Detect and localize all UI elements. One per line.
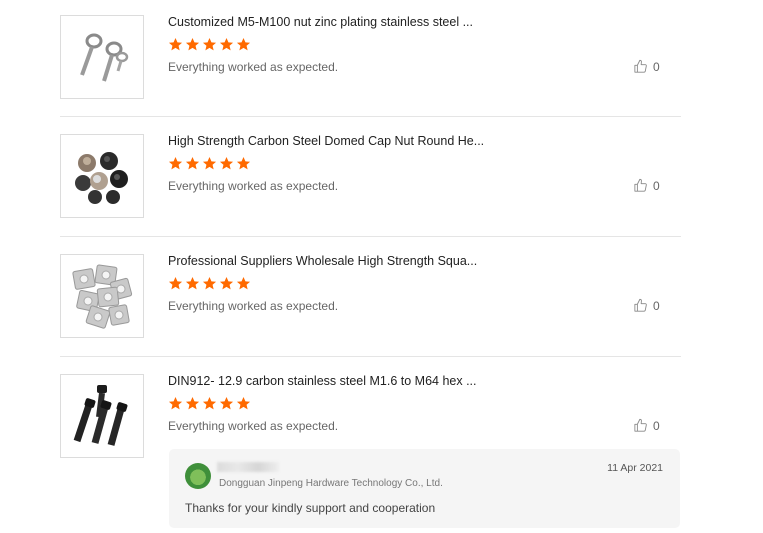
star-icon bbox=[236, 156, 251, 171]
review-item: Customized M5-M100 nut zinc plating stai… bbox=[60, 15, 681, 100]
star-icon bbox=[236, 396, 251, 411]
product-thumbnail[interactable] bbox=[60, 374, 144, 458]
star-icon bbox=[236, 37, 251, 52]
review-text: Everything worked as expected. bbox=[168, 419, 339, 433]
product-title[interactable]: Customized M5-M100 nut zinc plating stai… bbox=[168, 15, 473, 29]
star-icon bbox=[168, 276, 183, 291]
product-thumbnail[interactable] bbox=[60, 15, 144, 99]
review-item: DIN912- 12.9 carbon stainless steel M1.6… bbox=[60, 374, 681, 459]
review-text: Everything worked as expected. bbox=[168, 60, 339, 74]
seller-reply: Dongguan Jinpeng Hardware Technology Co.… bbox=[169, 449, 680, 528]
star-icon bbox=[202, 156, 217, 171]
star-rating bbox=[168, 156, 251, 171]
review-text: Everything worked as expected. bbox=[168, 179, 339, 193]
star-rating bbox=[168, 396, 251, 411]
star-icon bbox=[185, 37, 200, 52]
product-title[interactable]: High Strength Carbon Steel Domed Cap Nut… bbox=[168, 134, 484, 148]
reply-text: Thanks for your kindly support and coope… bbox=[185, 501, 436, 515]
star-rating bbox=[168, 37, 251, 52]
star-icon bbox=[236, 276, 251, 291]
review-item: High Strength Carbon Steel Domed Cap Nut… bbox=[60, 134, 681, 219]
eye-bolt-image bbox=[80, 33, 129, 82]
star-icon bbox=[202, 276, 217, 291]
reply-date: 11 Apr 2021 bbox=[607, 462, 663, 474]
star-icon bbox=[168, 396, 183, 411]
star-icon bbox=[219, 276, 234, 291]
star-icon bbox=[185, 276, 200, 291]
star-icon bbox=[202, 37, 217, 52]
star-icon bbox=[219, 156, 234, 171]
star-icon bbox=[219, 396, 234, 411]
star-icon bbox=[185, 396, 200, 411]
like-button[interactable]: 0 bbox=[633, 59, 660, 74]
like-count: 0 bbox=[653, 178, 660, 193]
star-icon bbox=[168, 37, 183, 52]
divider bbox=[60, 356, 681, 357]
star-icon bbox=[185, 156, 200, 171]
like-button[interactable]: 0 bbox=[633, 178, 660, 193]
like-button[interactable]: 0 bbox=[633, 418, 660, 433]
square-nut-image bbox=[72, 264, 133, 329]
thumbs-up-icon bbox=[634, 298, 647, 312]
like-count: 0 bbox=[653, 298, 660, 313]
like-count: 0 bbox=[653, 418, 660, 433]
review-text: Everything worked as expected. bbox=[168, 299, 339, 313]
like-count: 0 bbox=[653, 59, 660, 74]
seller-company: Dongguan Jinpeng Hardware Technology Co.… bbox=[219, 478, 443, 489]
review-item: Professional Suppliers Wholesale High St… bbox=[60, 254, 681, 339]
product-title[interactable]: DIN912- 12.9 carbon stainless steel M1.6… bbox=[168, 374, 477, 388]
thumbs-up-icon bbox=[634, 59, 647, 73]
star-icon bbox=[202, 396, 217, 411]
product-thumbnail[interactable] bbox=[60, 134, 144, 218]
star-rating bbox=[168, 276, 251, 291]
product-thumbnail[interactable] bbox=[60, 254, 144, 338]
seller-name-redacted bbox=[217, 462, 279, 472]
product-title[interactable]: Professional Suppliers Wholesale High St… bbox=[168, 254, 477, 268]
thumbs-up-icon bbox=[634, 178, 647, 192]
divider bbox=[60, 116, 681, 117]
star-icon bbox=[219, 37, 234, 52]
thumbs-up-icon bbox=[634, 418, 647, 432]
seller-avatar bbox=[185, 463, 211, 489]
star-icon bbox=[168, 156, 183, 171]
hex-socket-bolt-image bbox=[73, 385, 128, 446]
divider bbox=[60, 236, 681, 237]
cap-nut-image bbox=[75, 152, 128, 204]
like-button[interactable]: 0 bbox=[633, 298, 660, 313]
